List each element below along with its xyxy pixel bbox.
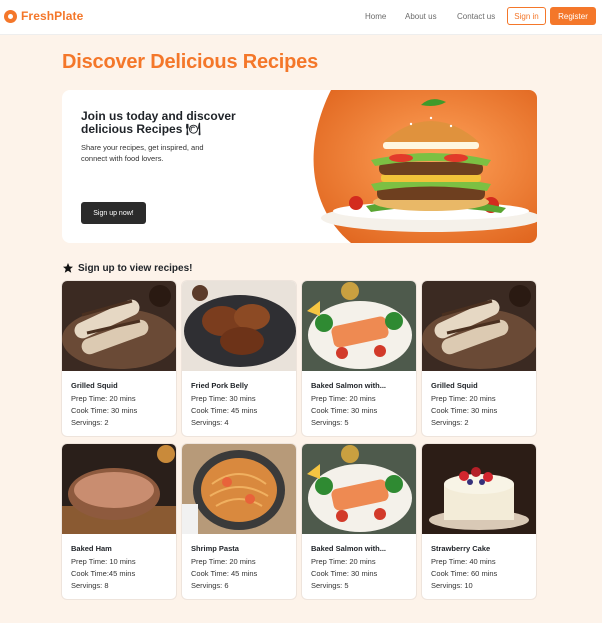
recipe-servings: Servings: 2 (431, 418, 469, 427)
recipe-prep-time: Prep Time: 20 mins (311, 557, 376, 566)
recipe-image-grilled-squid (62, 281, 176, 371)
brand-name: FreshPlate (21, 9, 84, 23)
recipe-card[interactable]: Grilled Squid Prep Time: 20 mins Cook Ti… (62, 281, 176, 436)
recipe-name: Baked Salmon with... (311, 544, 387, 553)
recipe-card[interactable]: Fried Pork Belly Prep Time: 30 mins Cook… (182, 281, 296, 436)
recipe-servings: Servings: 8 (71, 581, 109, 590)
recipe-image-strawberry-cake (422, 444, 536, 534)
recipe-prep-time: Prep Time: 20 mins (71, 394, 136, 403)
nav-contact-link[interactable]: Contact us (457, 12, 495, 21)
recipe-cook-time: Cook Time: 45 mins (191, 406, 258, 415)
chef-badge-icon (4, 9, 17, 23)
recipe-card[interactable]: Baked Salmon with... Prep Time: 20 mins … (302, 281, 416, 436)
recipe-servings: Servings: 5 (311, 418, 349, 427)
recipe-cook-time: Cook Time:45 mins (71, 569, 136, 578)
recipe-prep-time: Prep Time: 10 mins (71, 557, 136, 566)
recipe-prep-time: Prep Time: 30 mins (191, 394, 256, 403)
page-title: Discover Delicious Recipes (62, 51, 319, 73)
burger-hero-image (313, 90, 537, 243)
recipe-cook-time: Cook Time: 30 mins (311, 406, 378, 415)
recipe-name: Strawberry Cake (431, 544, 491, 553)
top-navbar: FreshPlate Home About us Contact us Sign… (0, 0, 602, 35)
hero-banner: Join us today and discover delicious Rec… (62, 90, 537, 243)
recipe-image-shrimp-pasta (182, 444, 296, 534)
recipe-prep-time: Prep Time: 20 mins (311, 394, 376, 403)
signup-now-button[interactable]: Sign up now! (81, 202, 146, 224)
recipe-servings: Servings: 4 (191, 418, 229, 427)
recipe-card[interactable]: Strawberry Cake Prep Time: 40 mins Cook … (422, 444, 536, 599)
recipe-name: Grilled Squid (71, 381, 118, 390)
recipe-image-fried-pork-belly (182, 281, 296, 371)
recipe-servings: Servings: 5 (311, 581, 349, 590)
recipe-name: Baked Salmon with... (311, 381, 387, 390)
recipe-prep-time: Prep Time: 20 mins (191, 557, 256, 566)
nav-home-link[interactable]: Home (365, 12, 386, 21)
section-heading: Sign up to view recipes! (62, 262, 192, 274)
hero-description: Share your recipes, get inspired, and co… (81, 143, 204, 163)
recipe-image-baked-ham (62, 444, 176, 534)
recipe-card[interactable]: Grilled Squid Prep Time: 20 mins Cook Ti… (422, 281, 536, 436)
recipe-prep-time: Prep Time: 20 mins (431, 394, 496, 403)
recipe-cook-time: Cook Time: 45 mins (191, 569, 258, 578)
recipe-card[interactable]: Baked Ham Prep Time: 10 mins Cook Time:4… (62, 444, 176, 599)
recipe-image-baked-salmon (302, 281, 416, 371)
section-title: Sign up to view recipes! (78, 262, 193, 274)
recipe-cook-time: Cook Time: 30 mins (311, 569, 378, 578)
recipe-image-grilled-squid (422, 281, 536, 371)
recipe-servings: Servings: 2 (71, 418, 109, 427)
recipe-cook-time: Cook Time: 30 mins (431, 406, 498, 415)
recipe-cook-time: Cook Time: 60 mins (431, 569, 498, 578)
signin-button[interactable]: Sign in (507, 7, 546, 25)
recipe-prep-time: Prep Time: 40 mins (431, 557, 496, 566)
recipe-cook-time: Cook Time: 30 mins (71, 406, 138, 415)
recipe-name: Grilled Squid (431, 381, 478, 390)
recipe-name: Baked Ham (71, 544, 112, 553)
recipe-servings: Servings: 6 (191, 581, 229, 590)
recipe-name: Shrimp Pasta (191, 544, 239, 553)
register-button[interactable]: Register (550, 7, 596, 25)
hero-title: Join us today and discover delicious Rec… (81, 109, 236, 136)
recipe-name: Fried Pork Belly (191, 381, 249, 390)
recipe-servings: Servings: 10 (431, 581, 473, 590)
recipe-card[interactable]: Shrimp Pasta Prep Time: 20 mins Cook Tim… (182, 444, 296, 599)
brand-logo[interactable]: FreshPlate (4, 9, 83, 23)
recipe-card[interactable]: Baked Salmon with... Prep Time: 20 mins … (302, 444, 416, 599)
recipe-image-baked-salmon (302, 444, 416, 534)
star-icon (63, 263, 73, 273)
nav-about-link[interactable]: About us (405, 12, 437, 21)
